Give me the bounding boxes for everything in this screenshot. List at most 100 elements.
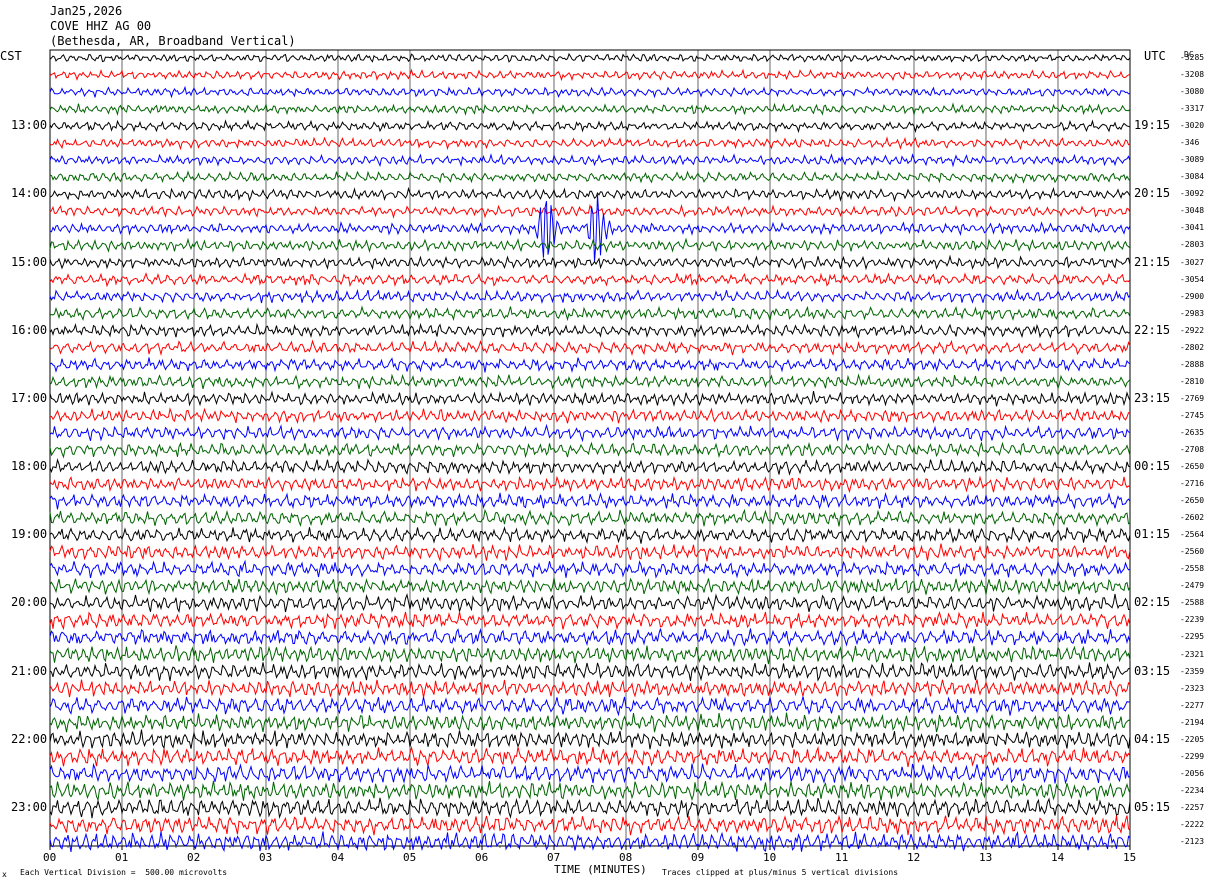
dc-offset-label: -2922 <box>1180 325 1205 335</box>
trace-line-12 <box>49 254 1131 271</box>
left-hour-label: 19:00 <box>11 527 48 542</box>
right-hour-label: 04:15 <box>1134 731 1171 746</box>
dc-offset-label: -3285 <box>1180 53 1205 62</box>
trace-line-43 <box>49 780 1131 802</box>
trace-line-11 <box>49 237 1131 253</box>
dc-offset-label: -2056 <box>1180 768 1205 778</box>
trace-line-38 <box>49 696 1131 717</box>
dc-offset-label: -3208 <box>1180 70 1205 80</box>
trace-line-35 <box>49 645 1131 665</box>
dc-offset-label: -2769 <box>1180 393 1205 403</box>
right-hour-label: 01:15 <box>1134 527 1171 542</box>
x-tick-label: 05 <box>403 851 417 864</box>
dc-offset-label: -2810 <box>1180 376 1205 386</box>
trace-line-9 <box>49 203 1131 220</box>
dc-offset-label: -2588 <box>1180 598 1205 608</box>
trace-line-6 <box>49 153 1131 168</box>
trace-line-24 <box>49 457 1131 476</box>
dc-offset-label: -2802 <box>1180 342 1205 352</box>
dc-offset-label: -2123 <box>1180 837 1205 846</box>
right-hour-label: 19:15 <box>1134 118 1171 133</box>
dc-offset-label: -2564 <box>1180 530 1205 540</box>
dc-offset-label: -2560 <box>1180 547 1205 557</box>
trace-line-31 <box>49 577 1131 596</box>
trace-line-34 <box>49 628 1131 647</box>
trace-line-41 <box>49 745 1131 768</box>
dc-offset-label: -3054 <box>1180 274 1205 284</box>
right-hour-label: 00:15 <box>1134 459 1171 474</box>
dc-offset-label: -2650 <box>1180 462 1205 472</box>
trace-line-44 <box>49 797 1131 820</box>
dc-offset-label: -2239 <box>1180 615 1205 625</box>
dc-offset-label: -2321 <box>1180 649 1205 659</box>
left-hour-label: 16:00 <box>11 322 48 337</box>
trace-line-25 <box>49 475 1131 494</box>
x-tick-label: 15 <box>1123 851 1137 864</box>
trace-line-28 <box>49 526 1131 545</box>
scale-note: Each Vertical Division = 500.00 microvol… <box>20 868 228 877</box>
trace-line-8 <box>49 186 1131 203</box>
trace-line-45 <box>49 814 1131 836</box>
trace-line-42 <box>49 762 1131 785</box>
dc-offset-label: -2558 <box>1180 564 1205 574</box>
trace-line-0 <box>49 52 1131 63</box>
left-hour-label: 20:00 <box>11 595 48 610</box>
trace-line-32 <box>49 593 1131 614</box>
trace-line-26 <box>49 492 1131 510</box>
left-hour-label: 15:00 <box>11 254 48 269</box>
trace-line-22 <box>49 423 1131 443</box>
x-tick-label: 10 <box>763 851 777 864</box>
x-tick-label: 14 <box>1051 851 1065 864</box>
left-hour-label: 14:00 <box>11 186 48 201</box>
dc-offset-label: -3041 <box>1180 223 1205 233</box>
dc-offset-label: -2888 <box>1180 359 1205 369</box>
right-hour-label: 23:15 <box>1134 390 1171 405</box>
dc-offset-label: -346 <box>1180 138 1200 148</box>
x-tick-label: 09 <box>691 851 705 864</box>
x-tick-label: 04 <box>331 851 345 864</box>
dc-offset-label: -2716 <box>1180 479 1205 489</box>
dc-offset-label: -3084 <box>1180 172 1205 182</box>
trace-line-5 <box>49 136 1131 151</box>
dc-offset-label: -2205 <box>1180 734 1205 744</box>
trace-line-23 <box>49 441 1131 459</box>
trace-line-29 <box>49 543 1131 562</box>
dc-offset-label: -2323 <box>1180 683 1205 693</box>
trace-line-37 <box>49 679 1131 698</box>
trace-line-13 <box>49 272 1131 288</box>
trace-line-17 <box>49 339 1131 357</box>
trace-line-7 <box>49 169 1131 185</box>
dc-offset-label: -3089 <box>1180 155 1205 165</box>
dc-offset-label: -2635 <box>1180 427 1205 437</box>
trace-line-36 <box>49 662 1131 682</box>
x-tick-label: 01 <box>115 851 129 864</box>
dc-offset-label: -2983 <box>1180 308 1205 318</box>
dc-offset-label: -2803 <box>1180 240 1205 250</box>
x-tick-label: 11 <box>835 851 849 864</box>
dc-offset-label: -2222 <box>1180 819 1205 829</box>
trace-line-4 <box>49 119 1131 134</box>
trace-line-16 <box>49 322 1131 339</box>
x-tick-label: 06 <box>475 851 489 864</box>
dc-offset-label: -3048 <box>1180 206 1205 216</box>
dc-offset-label: -2745 <box>1180 410 1205 420</box>
right-hour-label: 05:15 <box>1134 799 1171 814</box>
x-tick-label: 13 <box>979 851 993 864</box>
dc-offset-label: -3020 <box>1180 121 1205 131</box>
dc-offset-label: -2257 <box>1180 802 1205 812</box>
x-tick-label: 02 <box>187 851 201 864</box>
dc-offset-label: -2900 <box>1180 291 1205 301</box>
dc-offset-label: -2277 <box>1180 700 1205 710</box>
helicorder-chart <box>49 49 1131 853</box>
dc-offset-label: -2479 <box>1180 581 1205 591</box>
right-hour-label: 21:15 <box>1134 254 1171 269</box>
clip-note: Traces clipped at plus/minus 5 vertical … <box>662 868 899 877</box>
trace-line-30 <box>49 559 1131 579</box>
corner-mark: x <box>2 870 7 879</box>
left-hour-label: 18:00 <box>11 459 48 474</box>
right-hour-label: 20:15 <box>1134 186 1171 201</box>
dc-offset-label: -2234 <box>1180 785 1205 795</box>
dc-offset-label: -3027 <box>1180 257 1205 267</box>
trace-line-40 <box>49 729 1131 750</box>
trace-line-33 <box>49 610 1131 631</box>
